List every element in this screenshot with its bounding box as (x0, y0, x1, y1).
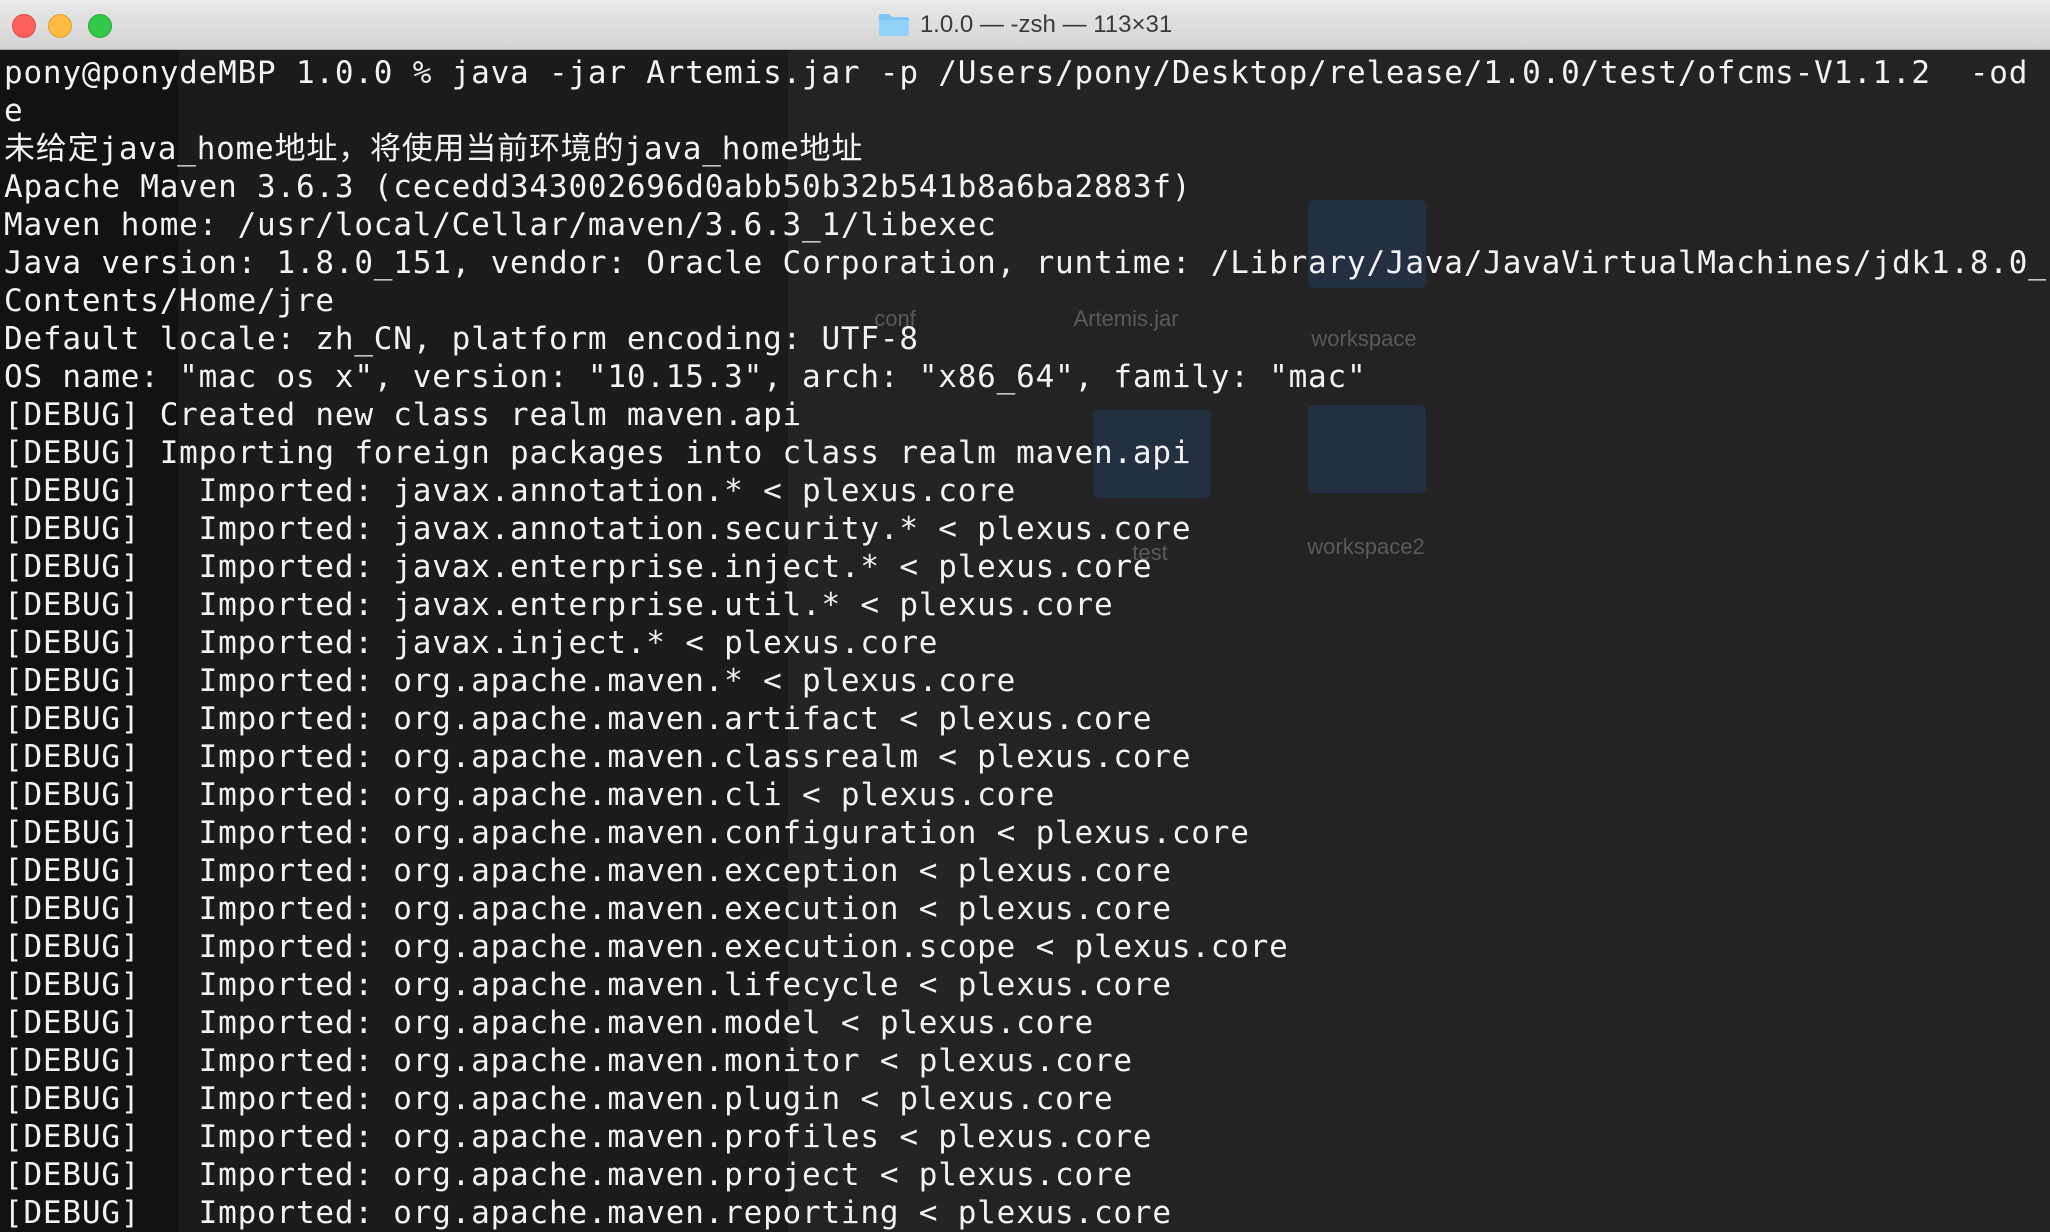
terminal-line: [DEBUG] Imported: javax.inject.* < plexu… (4, 625, 939, 661)
terminal-line: [DEBUG] Imported: org.apache.maven.* < p… (4, 663, 1017, 699)
terminal-line: [DEBUG] Imported: javax.enterprise.injec… (4, 549, 1153, 585)
terminal-line: Maven home: /usr/local/Cellar/maven/3.6.… (4, 207, 997, 243)
terminal-line: Apache Maven 3.6.3 (cecedd343002696d0abb… (4, 169, 1192, 205)
title-bar[interactable]: 1.0.0 — -zsh — 113×31 (0, 0, 2050, 50)
terminal-line: [DEBUG] Imported: javax.annotation.* < p… (4, 473, 1017, 509)
terminal-window: conf Artemis.jar workspace test workspac… (0, 0, 2050, 1232)
terminal-line: [DEBUG] Imported: org.apache.maven.profi… (4, 1119, 1153, 1155)
terminal-line: pony@ponydeMBP 1.0.0 % java -jar Artemis… (4, 55, 2046, 91)
terminal-line: e (4, 93, 24, 129)
terminal-output[interactable]: pony@ponydeMBP 1.0.0 % java -jar Artemis… (4, 54, 2046, 1232)
terminal-line: [DEBUG] Imported: org.apache.maven.execu… (4, 929, 1289, 965)
terminal-line: Java version: 1.8.0_151, vendor: Oracle … (4, 245, 2046, 281)
window-title-group: 1.0.0 — -zsh — 113×31 (0, 0, 2050, 50)
terminal-line: [DEBUG] Imported: org.apache.maven.confi… (4, 815, 1250, 851)
terminal-line: [DEBUG] Imported: org.apache.maven.proje… (4, 1157, 1133, 1193)
terminal-line: [DEBUG] Imported: org.apache.maven.lifec… (4, 967, 1172, 1003)
window-title: 1.0.0 — -zsh — 113×31 (919, 11, 1173, 38)
terminal-line: [DEBUG] Imported: org.apache.maven.excep… (4, 853, 1172, 889)
terminal-line: [DEBUG] Imported: org.apache.maven.repor… (4, 1195, 1172, 1231)
terminal-line: Contents/Home/jre (4, 283, 335, 319)
terminal-line: [DEBUG] Imported: javax.enterprise.util.… (4, 587, 1114, 623)
terminal-line: [DEBUG] Created new class realm maven.ap… (4, 397, 803, 433)
terminal-line: [DEBUG] Imported: javax.annotation.secur… (4, 511, 1192, 547)
terminal-line: [DEBUG] Importing foreign packages into … (4, 435, 1192, 471)
terminal-line: [DEBUG] Imported: org.apache.maven.plugi… (4, 1081, 1114, 1117)
terminal-line: [DEBUG] Imported: org.apache.maven.class… (4, 739, 1192, 775)
terminal-line: [DEBUG] Imported: org.apache.maven.model… (4, 1005, 1094, 1041)
terminal-line: [DEBUG] Imported: org.apache.maven.cli <… (4, 777, 1056, 813)
terminal-line: 未给定java_home地址，将使用当前环境的java_home地址 (4, 131, 864, 167)
terminal-line: [DEBUG] Imported: org.apache.maven.monit… (4, 1043, 1133, 1079)
terminal-line: [DEBUG] Imported: org.apache.maven.artif… (4, 701, 1153, 737)
folder-icon (878, 14, 909, 36)
terminal-line: Default locale: zh_CN, platform encoding… (4, 321, 919, 357)
terminal-line: [DEBUG] Imported: org.apache.maven.execu… (4, 891, 1172, 927)
terminal-line: OS name: "mac os x", version: "10.15.3",… (4, 359, 1367, 395)
